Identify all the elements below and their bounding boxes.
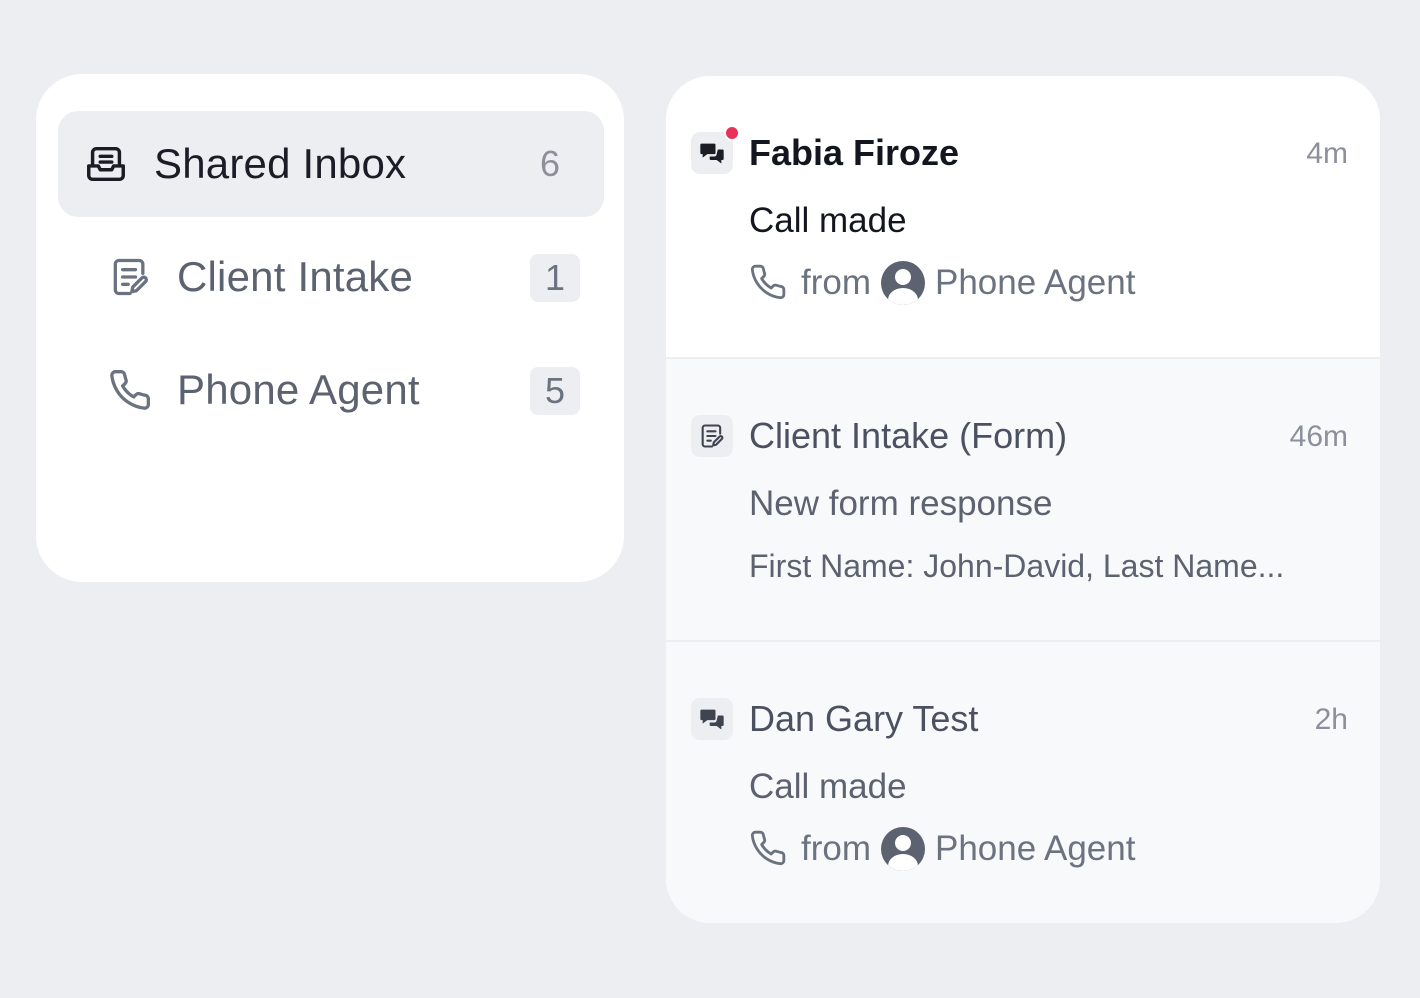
chat-icon <box>691 125 740 174</box>
conversation-subject: Call made <box>749 201 907 240</box>
conversation-time: 46m <box>1289 420 1348 453</box>
from-label: from <box>801 263 871 302</box>
count-badge: 1 <box>530 254 580 302</box>
phone-icon <box>106 366 154 414</box>
form-icon <box>106 253 154 301</box>
conversation-meta: from Phone Agent <box>749 824 1135 874</box>
conversation-title: Fabia Firoze <box>749 132 960 173</box>
conversation-item[interactable]: Client Intake (Form) 46m New form respon… <box>666 359 1380 642</box>
sidebar-item-client-intake[interactable]: Client Intake 1 <box>58 224 604 330</box>
conversation-title: Client Intake (Form) <box>749 415 1068 456</box>
sidebar-item-label: Phone Agent <box>177 366 420 413</box>
inbox-sidebar: Shared Inbox 6 Client Intake 1 Phone Age… <box>36 74 624 582</box>
chat-icon <box>691 698 733 740</box>
conversation-meta: from Phone Agent <box>749 258 1135 308</box>
unread-count: 6 <box>539 143 560 184</box>
form-icon <box>691 415 733 457</box>
sidebar-item-label: Shared Inbox <box>154 140 407 187</box>
sidebar-item-label: Client Intake <box>177 253 414 300</box>
agent-name: Phone Agent <box>935 829 1136 868</box>
conversation-title: Dan Gary Test <box>749 698 979 739</box>
conversation-list: Fabia Firoze 4m Call made from Phone Age… <box>666 76 1380 923</box>
inbox-icon <box>82 140 130 188</box>
conversation-subject: Call made <box>749 767 907 806</box>
unread-indicator <box>724 125 740 141</box>
sidebar-item-shared-inbox[interactable]: Shared Inbox 6 <box>58 111 604 217</box>
count-badge: 5 <box>530 367 580 415</box>
conversation-time: 4m <box>1306 137 1348 170</box>
conversation-preview: First Name: John-David, Last Name... <box>749 547 1285 584</box>
conversation-item[interactable]: Dan Gary Test 2h Call made from Phone Ag… <box>666 642 1380 923</box>
avatar <box>881 261 925 305</box>
conversation-item[interactable]: Fabia Firoze 4m Call made from Phone Age… <box>666 76 1380 359</box>
conversation-time: 2h <box>1314 703 1348 736</box>
phone-icon <box>749 263 789 303</box>
phone-icon <box>749 829 789 869</box>
conversation-subject: New form response <box>749 484 1053 523</box>
agent-name: Phone Agent <box>935 263 1136 302</box>
sidebar-item-phone-agent[interactable]: Phone Agent 5 <box>58 337 604 443</box>
avatar <box>881 827 925 871</box>
from-label: from <box>801 829 871 868</box>
